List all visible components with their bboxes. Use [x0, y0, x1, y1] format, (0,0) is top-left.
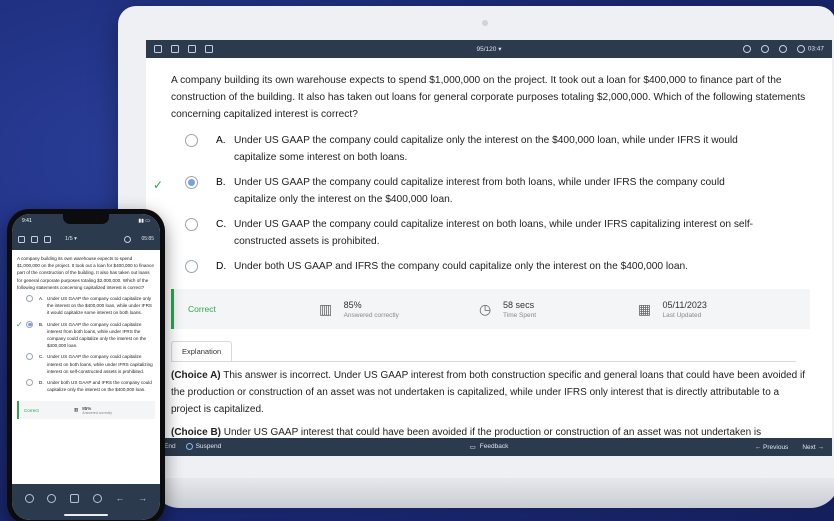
phone-notch: [63, 214, 109, 224]
next-button[interactable]: Next →: [802, 444, 824, 451]
info-icon[interactable]: [92, 493, 102, 503]
pause-icon: [185, 443, 193, 451]
feedback-button[interactable]: ▭ Feedback: [470, 443, 509, 451]
flag-icon[interactable]: [31, 235, 38, 243]
bar-chart-icon: ▥: [74, 407, 79, 413]
laptop-frame: 95/120 ▾ 03:47 A company building its ow…: [118, 6, 834, 488]
explanation-body: (Choice A) This answer is incorrect. Und…: [171, 370, 806, 438]
phone-toolbar: 1/5 ▾ 05:85: [12, 228, 160, 250]
radio-c[interactable]: [185, 218, 198, 231]
help-icon[interactable]: [760, 45, 769, 53]
calculator-icon[interactable]: [44, 235, 51, 243]
choice-d[interactable]: D. Under both US GAAP and IFRS the compa…: [171, 258, 810, 275]
radio-a[interactable]: [185, 134, 198, 147]
phone-radio-a[interactable]: [26, 295, 33, 303]
choice-a[interactable]: A. Under US GAAP the company could capit…: [171, 132, 810, 166]
phone-choice-d[interactable]: D. Under both US GAAP and IFRS the compa…: [17, 379, 155, 393]
phone-question-counter[interactable]: 1/5 ▾: [65, 236, 77, 242]
question-counter[interactable]: 95/120 ▾: [477, 45, 502, 53]
checkmark-icon: ✓: [16, 319, 23, 329]
timer: 03:47: [796, 45, 824, 53]
phone-radio-d[interactable]: [26, 379, 33, 387]
phone-frame: 9:41 ▮▮ ▭ 1/5 ▾ 05:85 A company building…: [7, 209, 165, 521]
laptop-screen: 95/120 ▾ 03:47 A company building its ow…: [146, 40, 832, 456]
choice-b[interactable]: ✓ B. Under US GAAP the company could cap…: [153, 174, 810, 208]
phone-screen: 9:41 ▮▮ ▭ 1/5 ▾ 05:85 A company building…: [12, 214, 160, 520]
phone-choice-b[interactable]: ✓ B. Under US GAAP the company could cap…: [16, 319, 155, 350]
date-stat: ▦ 05/11/2023 Last Updated: [637, 299, 707, 319]
phone-radio-c[interactable]: [26, 353, 33, 361]
answer-choices: A. Under US GAAP the company could capit…: [153, 132, 810, 275]
pause-icon[interactable]: [47, 493, 57, 503]
bar-chart-icon: ▥: [318, 301, 333, 317]
checkmark-icon: ✓: [153, 178, 164, 192]
chat-icon: ▭: [469, 444, 476, 451]
radio-d[interactable]: [185, 260, 198, 273]
phone-timer: 05:85: [141, 236, 154, 242]
tab-explanation[interactable]: Explanation: [171, 341, 233, 361]
signal-battery-icon: ▮▮ ▭: [138, 218, 150, 224]
question-text: A company building its own warehouse exp…: [171, 75, 806, 120]
bottom-toolbar: End Suspend ▭ Feedback ← Previous Next →: [146, 438, 832, 456]
settings-icon[interactable]: [778, 45, 787, 53]
suspend-button[interactable]: Suspend: [185, 443, 221, 451]
home-indicator: [64, 513, 108, 516]
end-icon[interactable]: [24, 493, 34, 503]
previous-arrow-icon[interactable]: ←: [115, 493, 124, 503]
phone-choice-a[interactable]: A. Under US GAAP the company could capit…: [17, 295, 155, 317]
clock-icon: ◷: [478, 301, 492, 317]
calendar-icon: ▦: [637, 301, 652, 317]
phone-result-stats: Correct ▥ 85% Answered correctly: [17, 401, 155, 420]
result-status: Correct: [188, 304, 216, 314]
phone-choice-c[interactable]: C. Under US GAAP the company could capit…: [17, 353, 155, 375]
clock-icon: [796, 45, 805, 53]
percent-stat: ▥ 85% Answered correctly: [318, 299, 399, 319]
bookmark-icon[interactable]: [154, 45, 162, 53]
bookmark-icon[interactable]: [18, 235, 25, 243]
info-icon[interactable]: [742, 45, 751, 53]
flag-icon[interactable]: [171, 45, 179, 53]
top-toolbar: 95/120 ▾ 03:47: [146, 40, 832, 58]
camera-icon: [482, 20, 488, 26]
phone-radio-b[interactable]: [26, 320, 33, 328]
radio-b[interactable]: [185, 176, 198, 189]
settings-icon[interactable]: [124, 235, 132, 243]
phone-question-text: A company building its own warehouse exp…: [17, 256, 154, 290]
laptop-base: [150, 478, 834, 508]
notes-icon[interactable]: [205, 45, 213, 53]
chat-icon[interactable]: [70, 493, 80, 503]
choice-c[interactable]: C. Under US GAAP the company could capit…: [171, 216, 810, 250]
previous-button[interactable]: ← Previous: [755, 444, 789, 451]
result-stats: Correct ▥ 85% Answered correctly ◷ 58 se…: [171, 289, 810, 329]
calculator-icon[interactable]: [188, 45, 196, 53]
time-stat: ◷ 58 secs Time Spent: [478, 299, 537, 319]
next-arrow-icon[interactable]: →: [138, 493, 147, 503]
